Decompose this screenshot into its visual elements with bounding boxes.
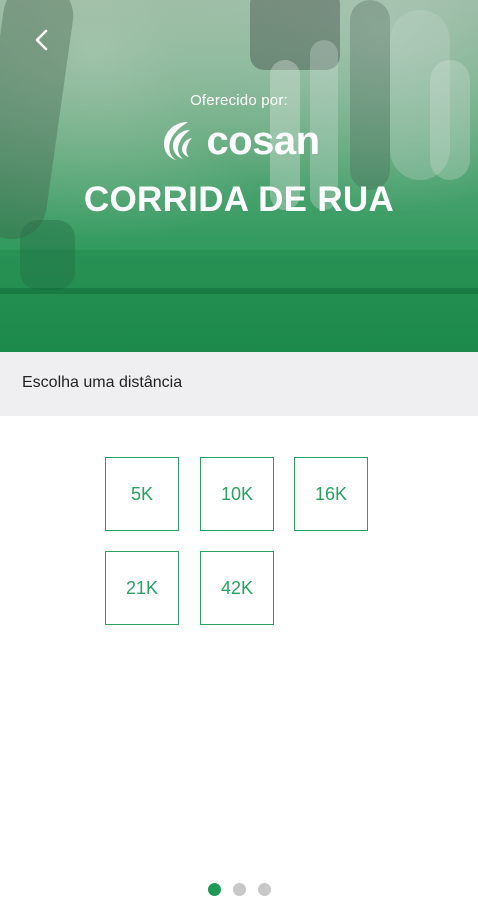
hero-banner: Oferecido por: cosan CORRIDA DE RUA bbox=[0, 0, 478, 352]
cosan-logo-icon bbox=[164, 122, 193, 160]
distance-option-42k[interactable]: 42K bbox=[200, 551, 274, 625]
brand-name: cosan bbox=[206, 119, 320, 163]
background-road-stripe bbox=[0, 288, 478, 294]
page-dot[interactable] bbox=[232, 883, 246, 896]
distance-option-16k[interactable]: 16K bbox=[294, 457, 368, 531]
distance-option-5k[interactable]: 5K bbox=[105, 457, 179, 531]
chevron-left-icon bbox=[35, 29, 48, 51]
distance-option-10k[interactable]: 10K bbox=[200, 457, 274, 531]
section-header: Escolha uma distância bbox=[0, 352, 478, 416]
page-dot-active[interactable] bbox=[207, 883, 221, 896]
brand-logo: cosan bbox=[0, 118, 478, 164]
event-title: CORRIDA DE RUA bbox=[83, 180, 395, 219]
sponsor-label: Oferecido por: bbox=[190, 92, 288, 109]
distance-option-21k[interactable]: 21K bbox=[105, 551, 179, 625]
background-road bbox=[0, 250, 478, 352]
page-dot[interactable] bbox=[257, 883, 271, 896]
page-indicator bbox=[0, 883, 478, 896]
section-title: Escolha uma distância bbox=[22, 374, 183, 391]
back-button[interactable] bbox=[26, 24, 58, 56]
